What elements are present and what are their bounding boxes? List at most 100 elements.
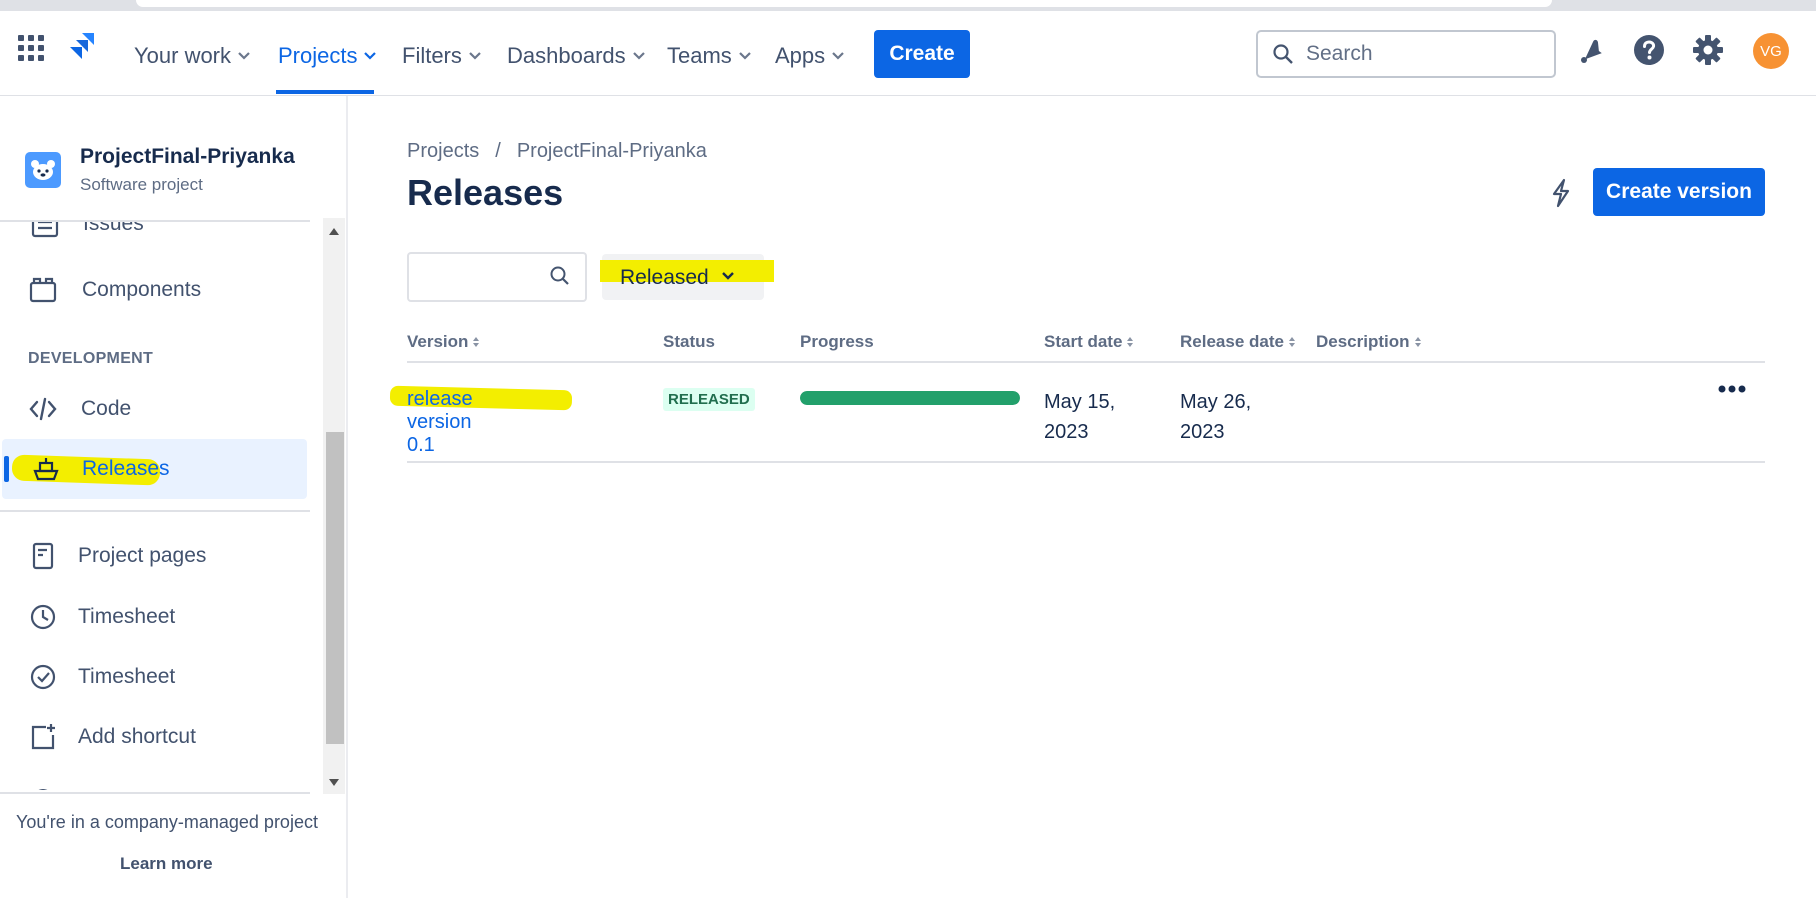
chevron-down-icon [632, 52, 645, 60]
sidebar-item-label: Components [82, 278, 202, 301]
project-header[interactable]: ProjectFinal-Priyanka Software project [0, 96, 346, 220]
nav-filters-label: Filters [402, 43, 462, 68]
nav-teams[interactable]: Teams [667, 43, 752, 69]
scroll-down-icon[interactable] [328, 778, 340, 788]
nav-your-work-label: Your work [134, 43, 232, 68]
breadcrumb: Projects / ProjectFinal-Priyanka [407, 140, 707, 163]
nav-apps-label: Apps [775, 43, 826, 68]
search-icon [550, 266, 569, 285]
chevron-down-icon [739, 52, 751, 60]
nav-teams-label: Teams [667, 43, 732, 68]
column-label: Status [663, 332, 715, 351]
clock-icon [28, 602, 58, 632]
breadcrumb-project[interactable]: ProjectFinal-Priyanka [517, 140, 707, 163]
progress-bar [800, 391, 1020, 405]
section-heading-development: DEVELOPMENT [28, 350, 154, 367]
more-actions-button[interactable] [1717, 384, 1747, 394]
page-icon [28, 541, 58, 571]
code-icon [28, 394, 58, 424]
column-label: Release date [1180, 332, 1284, 351]
version-search-input[interactable] [417, 264, 541, 287]
issues-icon [30, 222, 60, 240]
scroll-up-icon[interactable] [328, 226, 340, 236]
learn-more-link[interactable]: Learn more [120, 854, 213, 874]
app-switcher-icon[interactable] [18, 35, 44, 61]
nav-dashboards[interactable]: Dashboards [507, 43, 646, 69]
sort-icon [1127, 337, 1134, 347]
breadcrumb-projects[interactable]: Projects [407, 140, 479, 163]
sidebar-item-issues[interactable]: Issues [0, 222, 310, 244]
sidebar: ProjectFinal-Priyanka Software project I… [0, 96, 348, 898]
nav-apps[interactable]: Apps [775, 43, 845, 69]
create-button[interactable]: Create [874, 30, 970, 78]
status-badge: RELEASED [663, 388, 755, 411]
nav-projects[interactable]: Projects [278, 43, 377, 69]
breadcrumb-separator: / [495, 140, 501, 162]
column-label: Progress [800, 332, 874, 351]
project-avatar-icon [25, 152, 61, 188]
sidebar-item-components[interactable]: Components [0, 261, 310, 319]
search-box[interactable] [1256, 30, 1556, 78]
column-header-release-date[interactable]: Release date [1180, 332, 1296, 352]
column-header-description[interactable]: Description [1316, 332, 1422, 352]
settings-gear-icon[interactable] [1692, 34, 1724, 66]
chevron-down-icon [238, 52, 250, 60]
sort-icon [1414, 337, 1421, 347]
avatar[interactable]: VG [1753, 33, 1789, 69]
add-shortcut-icon [28, 722, 58, 752]
sidebar-item-timesheet[interactable]: Timesheet [0, 588, 310, 646]
sidebar-item-project-pages[interactable]: Project pages [0, 527, 310, 585]
sidebar-item-code[interactable]: Code [0, 380, 310, 438]
divider [0, 510, 310, 512]
nav-your-work[interactable]: Your work [134, 43, 251, 69]
sidebar-item-label: Add shortcut [78, 725, 196, 748]
sidebar-item-project-settings[interactable] [28, 784, 188, 790]
start-date: May 15, 2023 [1044, 391, 1116, 443]
gear-icon [38, 789, 48, 790]
chevron-down-icon [832, 52, 844, 60]
top-navigation: Your work Projects Filters Dashboards Te… [0, 11, 1816, 96]
column-header-status: Status [663, 332, 715, 352]
version-search-field[interactable] [407, 252, 587, 302]
column-label: Version [407, 332, 469, 351]
status-filter-dropdown[interactable]: Released [600, 254, 774, 300]
nav-active-indicator [276, 90, 374, 94]
page-title: Releases [407, 172, 564, 213]
column-header-version[interactable]: Version [407, 332, 480, 352]
table-header-divider [407, 361, 1765, 363]
column-header-start-date[interactable]: Start date [1044, 332, 1134, 352]
sidebar-item-issues-label: Issues [83, 222, 144, 235]
chevron-down-icon [722, 272, 734, 280]
browser-tab-strip [0, 0, 1816, 11]
help-icon[interactable] [1633, 34, 1665, 66]
table-row-divider [407, 461, 1765, 463]
sidebar-item-label: Project pages [78, 544, 207, 567]
sidebar-item-label: Timesheet [78, 665, 176, 688]
column-header-progress: Progress [800, 332, 874, 352]
divider [0, 792, 310, 794]
components-icon [28, 275, 58, 305]
version-name-link[interactable]: release version 0.1 [407, 388, 473, 457]
ship-icon [31, 454, 61, 484]
selected-indicator [4, 456, 9, 482]
jira-logo-icon[interactable] [68, 31, 98, 63]
column-label: Description [1316, 332, 1410, 351]
sort-icon [473, 337, 480, 347]
nav-filters[interactable]: Filters [402, 43, 482, 69]
sidebar-item-add-shortcut[interactable]: Add shortcut [0, 708, 310, 766]
project-type: Software project [80, 175, 203, 194]
sort-icon [1288, 337, 1295, 347]
sidebar-item-timesheet-check[interactable]: Timesheet [0, 648, 310, 706]
sidebar-item-releases[interactable]: Releases [2, 439, 307, 499]
search-input[interactable] [1304, 41, 1528, 67]
release-date: May 26, 2023 [1180, 391, 1252, 443]
lightning-icon[interactable] [1548, 178, 1574, 208]
check-circle-icon [28, 662, 58, 692]
notifications-icon[interactable] [1576, 35, 1604, 65]
sidebar-item-label: Code [81, 397, 132, 420]
create-version-button[interactable]: Create version [1593, 168, 1765, 216]
more-icon [1718, 385, 1746, 393]
scrollbar-thumb[interactable] [326, 432, 344, 744]
nav-projects-label: Projects [278, 43, 358, 68]
chevron-down-icon [364, 52, 377, 60]
